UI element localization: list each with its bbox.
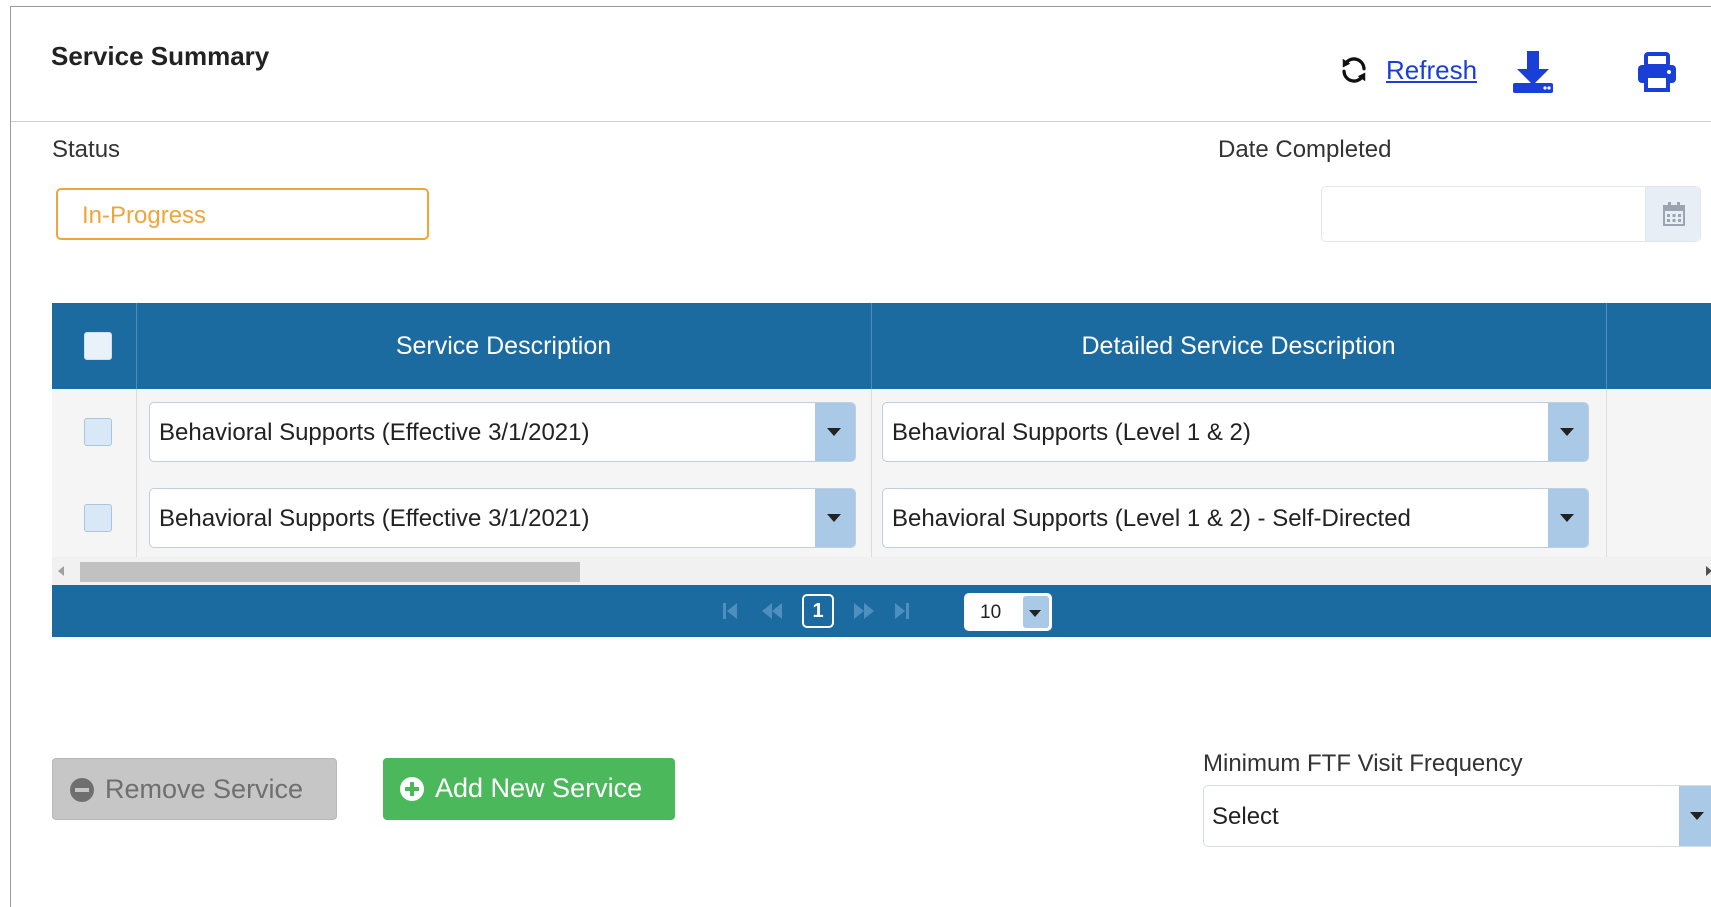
dropdown-arrow[interactable] (1548, 489, 1588, 547)
status-field: In-Progress (56, 188, 429, 240)
column-service-description[interactable]: Service Description (136, 303, 871, 389)
column-detailed-service-description[interactable]: Detailed Service Description (871, 303, 1606, 389)
table-row: Behavioral Supports (Effective 3/1/2021)… (52, 389, 1711, 476)
grid-header: Service Description Detailed Service Des… (52, 303, 1711, 389)
dropdown-arrow[interactable] (815, 489, 855, 547)
plus-circle-icon (400, 777, 424, 801)
grid-pager: 1 10 (52, 585, 1711, 637)
print-icon[interactable] (1636, 51, 1678, 93)
service-description-value: Behavioral Supports (Effective 3/1/2021) (159, 419, 590, 446)
dropdown-arrow[interactable] (815, 403, 855, 461)
chevron-down-icon (827, 514, 841, 522)
first-page-icon[interactable] (722, 602, 738, 620)
date-picker-button[interactable] (1645, 187, 1700, 241)
chevron-down-icon (1560, 514, 1574, 522)
row-checkbox[interactable] (84, 504, 112, 532)
previous-page-icon[interactable] (760, 602, 784, 620)
current-page[interactable]: 1 (802, 594, 834, 628)
detailed-service-description-value: Behavioral Supports (Level 1 & 2) - Self… (892, 505, 1411, 532)
minus-circle-icon (70, 778, 94, 802)
ftf-frequency-value: Select (1212, 803, 1279, 830)
detailed-service-description-value: Behavioral Supports (Level 1 & 2) (892, 419, 1251, 446)
detailed-service-description-select[interactable]: Behavioral Supports (Level 1 & 2) - Self… (882, 488, 1589, 548)
scroll-left-icon[interactable] (58, 566, 64, 576)
service-description-select[interactable]: Behavioral Supports (Effective 3/1/2021) (149, 488, 856, 548)
detailed-service-description-select[interactable]: Behavioral Supports (Level 1 & 2) (882, 402, 1589, 462)
chevron-down-icon (1560, 428, 1574, 436)
refresh-link[interactable]: Refresh (1386, 55, 1477, 86)
page-size-select[interactable]: 10 (964, 593, 1052, 631)
chevron-down-icon (827, 428, 841, 436)
service-summary-panel: Service Summary Refresh Status In-Progre… (10, 6, 1711, 907)
dropdown-arrow[interactable] (1548, 403, 1588, 461)
ftf-frequency-label: Minimum FTF Visit Frequency (1203, 750, 1523, 777)
page-size-value: 10 (980, 602, 1002, 623)
page-title: Service Summary (51, 41, 270, 71)
add-new-service-button[interactable]: Add New Service (383, 758, 675, 820)
scroll-right-icon[interactable] (1706, 566, 1711, 576)
download-icon[interactable] (1511, 49, 1555, 95)
row-checkbox[interactable] (84, 418, 112, 446)
next-page-icon[interactable] (852, 602, 876, 620)
service-description-select[interactable]: Behavioral Supports (Effective 3/1/2021) (149, 402, 856, 462)
last-page-icon[interactable] (894, 602, 910, 620)
service-description-value: Behavioral Supports (Effective 3/1/2021) (159, 505, 590, 532)
date-completed-label: Date Completed (1218, 136, 1392, 163)
date-completed-input[interactable] (1321, 186, 1701, 242)
panel-header: Service Summary Refresh (11, 7, 1711, 122)
page-size-arrow[interactable] (1023, 596, 1049, 628)
refresh-icon[interactable] (1339, 55, 1369, 85)
ftf-frequency-select[interactable]: Select (1203, 785, 1711, 847)
dropdown-arrow[interactable] (1679, 786, 1711, 846)
select-all-checkbox[interactable] (84, 332, 112, 360)
remove-service-button[interactable]: Remove Service (52, 758, 337, 820)
scrollbar-thumb[interactable] (80, 562, 580, 582)
chevron-down-icon (1029, 610, 1041, 617)
remove-service-label: Remove Service (105, 774, 304, 804)
calendar-icon (1663, 202, 1685, 226)
horizontal-scrollbar[interactable] (52, 557, 1711, 585)
chevron-down-icon (1690, 812, 1704, 820)
add-new-service-label: Add New Service (435, 773, 643, 803)
status-label: Status (52, 136, 121, 163)
services-grid: Service Description Detailed Service Des… (52, 303, 1711, 651)
table-row: Behavioral Supports (Effective 3/1/2021)… (52, 475, 1711, 562)
